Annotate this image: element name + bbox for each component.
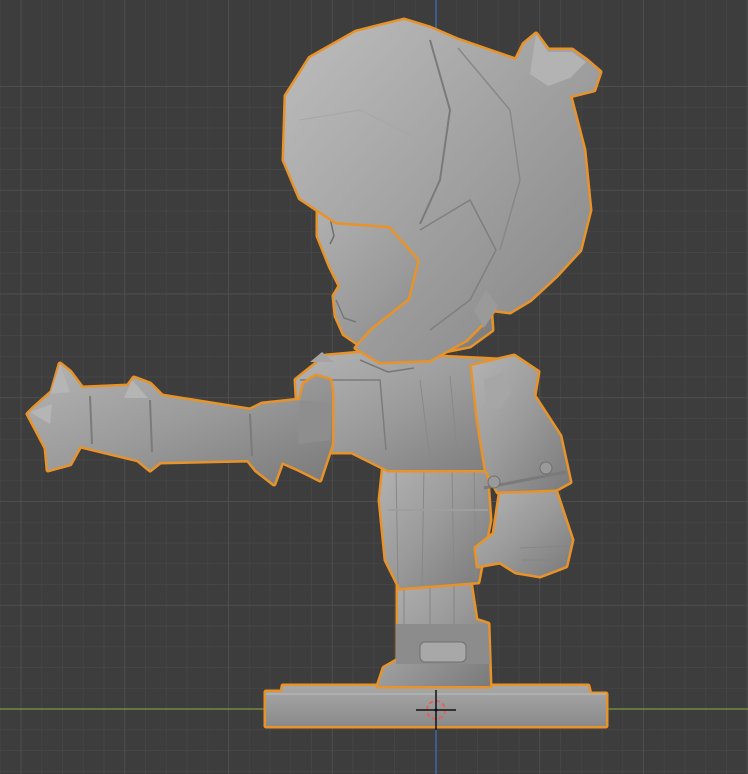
viewport-canvas[interactable]	[0, 0, 748, 774]
spiked-mace[interactable]	[25, 361, 335, 487]
pants[interactable]	[377, 459, 493, 591]
hair[interactable]	[281, 17, 603, 365]
3d-viewport[interactable]	[0, 0, 748, 774]
